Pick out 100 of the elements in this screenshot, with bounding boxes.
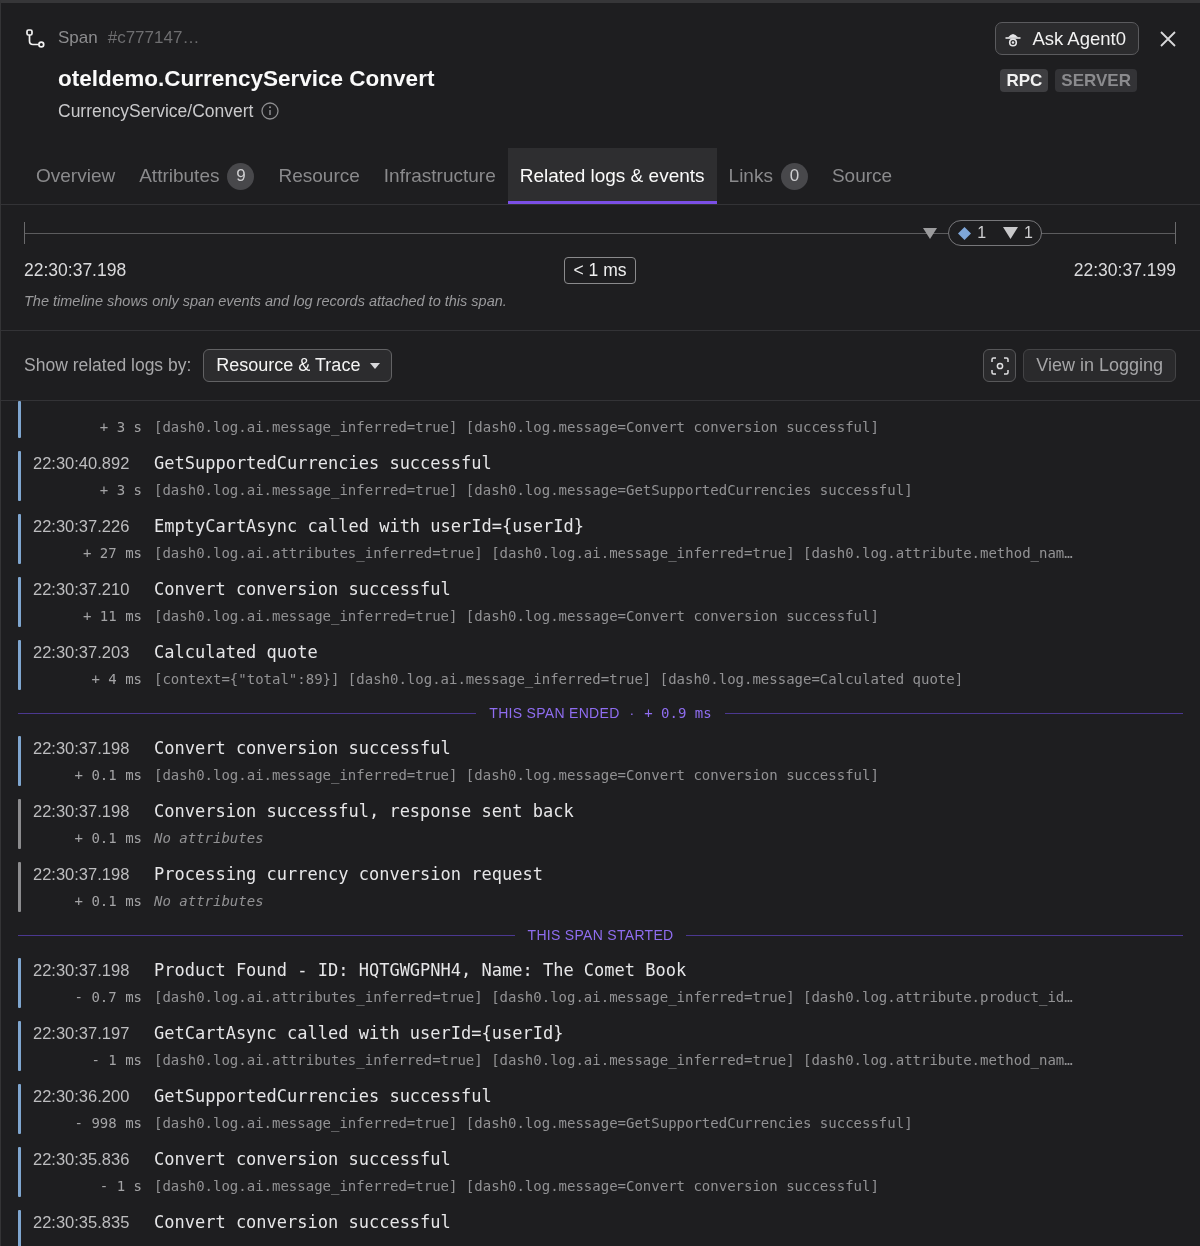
log-attributes: [dash0.log.ai.message_inferred=true] [dash0.log.message=Convert conversion successful]: [154, 1178, 879, 1194]
close-button[interactable]: [1160, 30, 1176, 47]
start-time: 22:30:37.198: [24, 260, 127, 281]
log-timestamp: 22:30:37.197: [33, 1023, 130, 1043]
log-timestamp: 22:30:37.198: [33, 801, 130, 821]
log-message: Convert conversion successful: [154, 579, 451, 599]
span-title: oteldemo.CurrencyService Convert: [58, 65, 435, 93]
marker-cluster[interactable]: 1 1: [948, 220, 1042, 246]
log-message: Calculated quote: [154, 642, 318, 662]
log-level-bar: [18, 1210, 21, 1246]
duration-label: < 1 ms: [564, 257, 636, 284]
log-timestamp: 22:30:37.198: [33, 864, 130, 884]
log-level-bar: [18, 577, 21, 627]
log-message: Convert conversion successful: [154, 1212, 451, 1232]
log-attributes: [dash0.log.ai.message_inferred=true] [dash0.log.message=Convert conversion successful]: [154, 419, 879, 435]
time-offset: + 0.1 ms: [74, 830, 142, 846]
log-attributes: No attributes: [154, 830, 264, 846]
diamond-icon: [958, 226, 972, 240]
tab[interactable]: Resource: [266, 148, 372, 204]
time-offset: - 0.7 ms: [74, 989, 142, 1005]
relation-dropdown[interactable]: Resource & Trace: [203, 349, 393, 382]
end-time: 22:30:37.199: [1073, 260, 1176, 281]
span-type-label: Span: [58, 28, 98, 48]
log-message: GetSupportedCurrencies successful: [154, 453, 492, 473]
log-level-bar: [18, 401, 21, 438]
log-attributes: [context={"total":89}] [dash0.log.ai.message_inferred=true] [dash0.log.message=Calculated quote]: [154, 671, 964, 687]
branch-icon: [26, 28, 45, 48]
span-subtitle: CurrencyService/Convert: [58, 100, 254, 122]
time-offset: + 27 ms: [83, 545, 142, 561]
log-attributes: [dash0.log.ai.attributes_inferred=true] [dash0.log.ai.message_inferred=true] [dash0.log.attribute.product_id…: [154, 989, 1073, 1005]
triangle-marker-icon[interactable]: [923, 227, 938, 239]
log-level-bar: [18, 1021, 21, 1071]
log-level-bar: [18, 1084, 21, 1134]
close-icon: [1160, 30, 1176, 47]
log-timestamp: 22:30:37.198: [33, 738, 130, 758]
log-timestamp: 22:30:35.835: [33, 1212, 130, 1232]
log-timestamp: 22:30:36.200: [33, 1086, 130, 1106]
time-offset: + 0.1 ms: [74, 767, 142, 783]
log-level-bar: [18, 451, 21, 501]
tab-count: 0: [780, 162, 808, 190]
marker-count: 1: [977, 224, 987, 242]
log-level-bar: [18, 736, 21, 786]
log-attributes: [dash0.log.ai.attributes_inferred=true] [dash0.log.ai.message_inferred=true] [dash0.log.attribute.method_nam…: [154, 545, 1073, 561]
log-message: Product Found - ID: HQTGWGPNH4, Name: The Comet Book: [154, 960, 687, 980]
log-timestamp: 22:30:35.836: [33, 1149, 130, 1169]
tab[interactable]: Source: [819, 148, 905, 204]
log-attributes: [dash0.log.ai.message_inferred=true] [dash0.log.message=Convert conversion successful]: [154, 767, 879, 783]
view-in-logging-button[interactable]: View in Logging: [1023, 349, 1176, 382]
log-timestamp: 22:30:37.226: [33, 516, 130, 536]
time-offset: + 3 s: [99, 482, 142, 498]
log-message: Processing currency conversion request: [154, 864, 543, 884]
time-offset: - 1 ms: [91, 1052, 142, 1068]
log-message: Convert conversion successful: [154, 738, 451, 758]
tab[interactable]: Attributes 9: [127, 148, 267, 204]
span-boundary-label: THIS SPAN STARTED: [527, 927, 674, 943]
info-icon[interactable]: [261, 102, 280, 120]
log-attributes: No attributes: [154, 893, 264, 909]
span-id: #c777147…: [107, 28, 200, 48]
time-offset: - 998 ms: [74, 1115, 142, 1131]
log-attributes: [dash0.log.ai.message_inferred=true] [dash0.log.message=Convert conversion successful]: [154, 608, 879, 624]
log-timestamp: 22:30:37.198: [33, 960, 130, 980]
viewfinder-icon: [990, 356, 1009, 375]
log-message: EmptyCartAsync called with userId={userId}: [154, 516, 584, 536]
log-level-bar: [18, 1147, 21, 1197]
marker-count: 1: [1024, 224, 1033, 242]
span-event-bar: [18, 799, 21, 849]
tab[interactable]: Overview: [24, 148, 128, 204]
filter-label: Show related logs by:: [24, 355, 192, 376]
log-timestamp: 22:30:37.210: [33, 579, 130, 599]
log-attributes: [dash0.log.ai.message_inferred=true] [dash0.log.message=GetSupportedCurrencies successful]: [154, 482, 913, 498]
tab[interactable]: Infrastructure: [371, 148, 508, 204]
tab[interactable]: Related logs & events: [507, 148, 717, 204]
time-offset: + 3 s: [99, 419, 142, 435]
tab-count: 9: [227, 162, 255, 190]
log-level-bar: [18, 514, 21, 564]
span-kind-tag: SERVER: [1055, 69, 1137, 92]
caret-icon: [370, 362, 381, 369]
tab[interactable]: Links 0: [716, 148, 820, 204]
log-timestamp: 22:30:40.892: [33, 453, 130, 473]
log-message: Convert conversion successful: [154, 1149, 451, 1169]
timeline-note: The timeline shows only span events and log records attached to this span.: [24, 292, 508, 311]
boundary-offset: + 0.9 ms: [644, 705, 712, 721]
span-kind-tag: RPC: [1000, 69, 1049, 92]
log-message: Conversion successful, response sent back: [154, 801, 574, 821]
log-attributes: [dash0.log.ai.message_inferred=true] [dash0.log.message=GetSupportedCurrencies successful]: [154, 1115, 913, 1131]
log-level-bar: [18, 958, 21, 1008]
time-offset: + 0.1 ms: [74, 893, 142, 909]
log-message: GetCartAsync called with userId={userId}: [154, 1023, 564, 1043]
triangle-icon: [1003, 227, 1019, 239]
time-offset: + 11 ms: [83, 608, 142, 624]
time-offset: - 1 s: [99, 1178, 142, 1194]
log-level-bar: [18, 640, 21, 690]
separator-dot: ·: [629, 705, 635, 721]
log-attributes: [dash0.log.ai.attributes_inferred=true] [dash0.log.ai.message_inferred=true] [dash0.log.attribute.method_nam…: [154, 1052, 1073, 1068]
span-event-bar: [18, 862, 21, 912]
ask-agent-button[interactable]: Ask Agent0: [995, 22, 1139, 55]
log-timestamp: 22:30:37.203: [33, 642, 130, 662]
span-boundary-label: THIS SPAN ENDED: [489, 705, 620, 721]
viewfinder-button[interactable]: [983, 349, 1017, 382]
log-message: GetSupportedCurrencies successful: [154, 1086, 492, 1106]
